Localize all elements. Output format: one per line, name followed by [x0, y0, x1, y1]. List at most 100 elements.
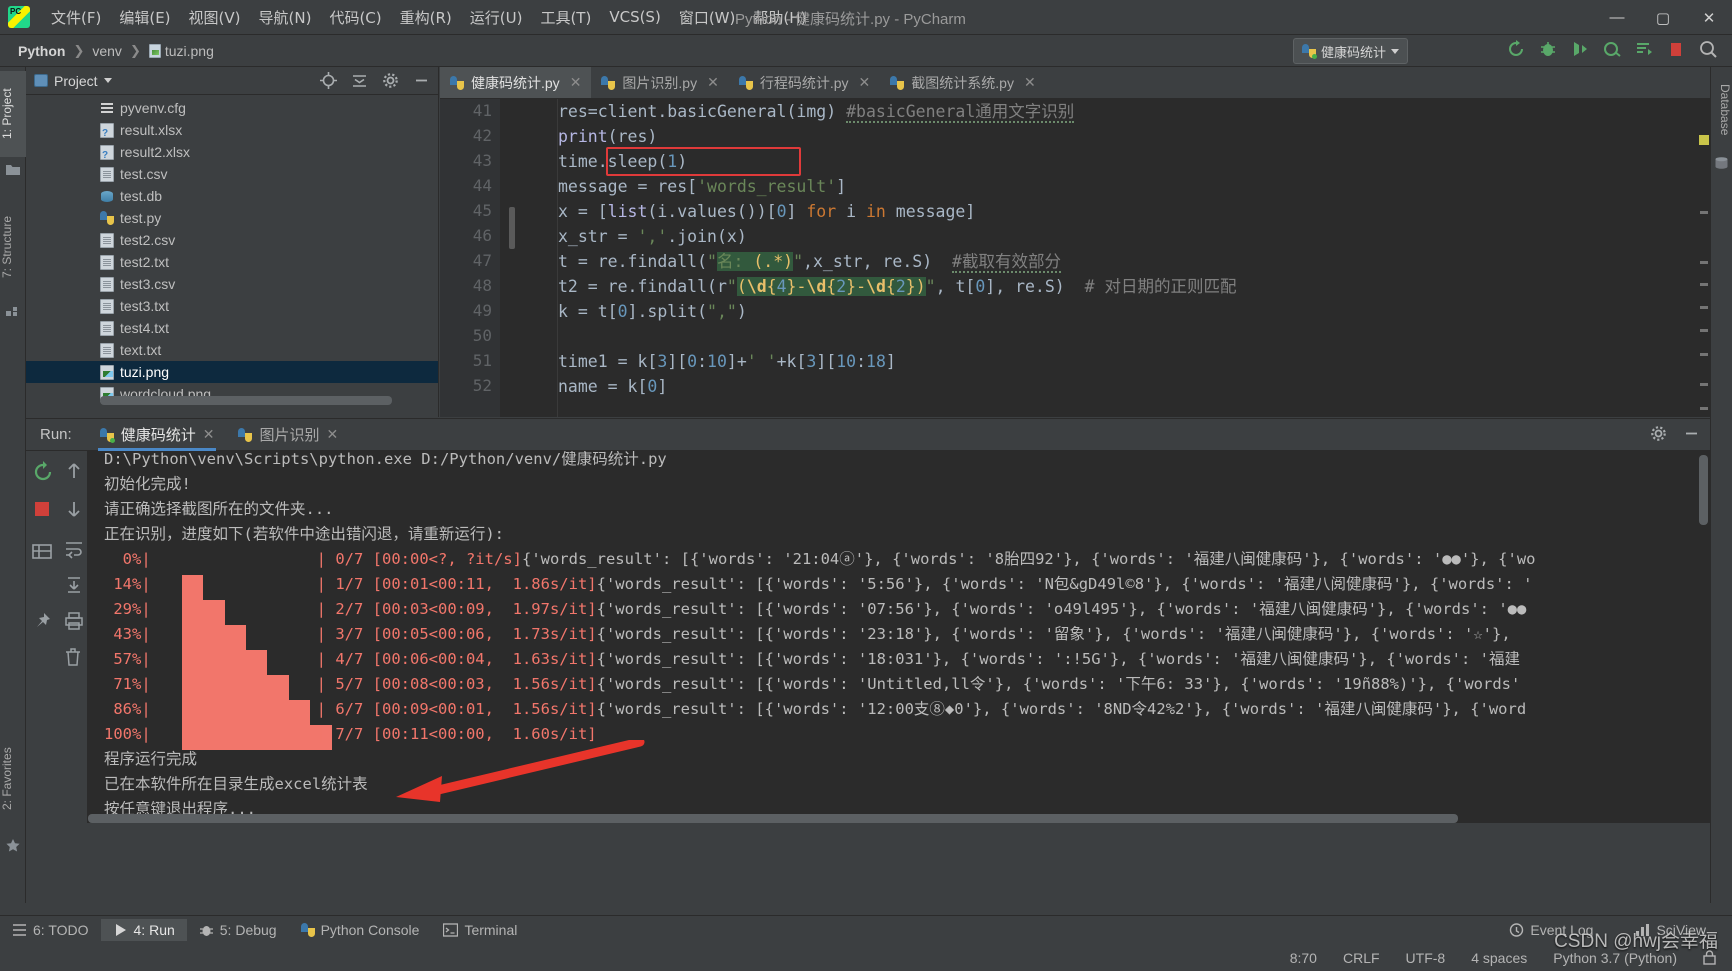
- menu-window[interactable]: 窗口(W): [670, 3, 745, 32]
- list-item[interactable]: text.txt: [26, 339, 438, 361]
- inspection-warning-indicator[interactable]: [1699, 135, 1709, 145]
- list-item[interactable]: test.py: [26, 207, 438, 229]
- list-item[interactable]: pyvenv.cfg: [26, 97, 438, 119]
- sidebar-item-structure[interactable]: 7: Structure: [0, 195, 26, 299]
- run-tab-jiankangmatongji[interactable]: 健康码统计 ✕: [88, 419, 227, 451]
- run-action-sidebar: [26, 451, 88, 823]
- soft-wrap-icon[interactable]: [64, 539, 90, 565]
- list-item[interactable]: test.csv: [26, 163, 438, 185]
- sidebar-item-project[interactable]: 1: Project: [0, 71, 26, 157]
- caret-position[interactable]: 8:70: [1290, 950, 1317, 966]
- code-line-49: k = t[0].split(","): [558, 302, 747, 321]
- list-item[interactable]: test.db: [26, 185, 438, 207]
- trash-icon[interactable]: [64, 647, 90, 673]
- settings-gear-icon[interactable]: [1650, 425, 1667, 442]
- list-item-selected[interactable]: tuzi.png: [26, 361, 438, 383]
- menu-run[interactable]: 运行(U): [461, 3, 532, 32]
- menu-navigate[interactable]: 导航(N): [250, 3, 321, 32]
- stop-icon[interactable]: [1666, 39, 1686, 59]
- file-encoding[interactable]: UTF-8: [1406, 950, 1446, 966]
- list-item[interactable]: result.xlsx: [26, 119, 438, 141]
- scroll-down-icon[interactable]: [64, 499, 90, 525]
- list-item[interactable]: result2.xlsx: [26, 141, 438, 163]
- python-file-icon: [738, 75, 753, 90]
- collapse-all-icon[interactable]: [351, 72, 368, 89]
- close-icon[interactable]: ✕: [707, 74, 719, 91]
- close-icon[interactable]: ✕: [570, 74, 582, 91]
- file-name: result2.xlsx: [120, 144, 191, 160]
- debug-icon[interactable]: [1538, 39, 1558, 59]
- hide-panel-icon[interactable]: [1683, 425, 1700, 442]
- menu-code[interactable]: 代码(C): [320, 3, 390, 32]
- run-dashboard-icon[interactable]: [1634, 39, 1654, 59]
- line-number: 45: [472, 201, 492, 220]
- bottom-item-python-console[interactable]: Python Console: [289, 919, 432, 941]
- pin-icon[interactable]: [32, 611, 58, 637]
- sidebar-item-favorites[interactable]: 2: Favorites: [0, 727, 26, 831]
- list-item[interactable]: test4.txt: [26, 317, 438, 339]
- menu-edit[interactable]: 编辑(E): [110, 3, 179, 32]
- scroll-to-end-icon[interactable]: [64, 575, 90, 601]
- progress-stats: | 3/7 [00:05<00:06, 1.73s/it]: [316, 625, 597, 643]
- project-window-icon: [34, 74, 48, 87]
- list-item[interactable]: test3.csv: [26, 273, 438, 295]
- code-editor[interactable]: 41 42 43 44 45 46 47 48 49 50 51 52 res=…: [440, 99, 1710, 417]
- print-icon[interactable]: [64, 611, 90, 637]
- hide-panel-icon[interactable]: [413, 72, 430, 89]
- menu-tools[interactable]: 工具(T): [531, 3, 600, 32]
- tab-jiankangmatongji[interactable]: 健康码统计.py ✕: [440, 67, 592, 98]
- profile-icon[interactable]: [1602, 39, 1622, 59]
- run-configuration-selector[interactable]: 健康码统计: [1292, 38, 1408, 64]
- minimize-button[interactable]: —: [1594, 0, 1640, 35]
- bottom-item-debug[interactable]: 5: Debug: [187, 919, 289, 941]
- indent-setting[interactable]: 4 spaces: [1471, 950, 1527, 966]
- sidebar-item-database[interactable]: Database: [1710, 71, 1732, 149]
- breadcrumb-item-project[interactable]: Python: [14, 42, 69, 60]
- console-output[interactable]: D:\Python\venv\Scripts\python.exe D:/Pyt…: [88, 451, 1710, 823]
- stop-icon[interactable]: [32, 499, 58, 525]
- bottom-item-todo[interactable]: 6: TODO: [0, 919, 101, 941]
- window-controls: — ▢ ✕: [1594, 0, 1732, 35]
- search-everywhere-icon[interactable]: [1698, 39, 1718, 59]
- breadcrumb-item-venv[interactable]: venv: [88, 42, 126, 60]
- editor-vertical-scrollbar[interactable]: [1698, 131, 1710, 417]
- tab-tupianshibie[interactable]: 图片识别.py ✕: [591, 67, 728, 98]
- close-icon[interactable]: ✕: [859, 74, 871, 91]
- list-item[interactable]: test3.txt: [26, 295, 438, 317]
- run-toolbar: [1506, 39, 1718, 59]
- line-separator[interactable]: CRLF: [1343, 950, 1380, 966]
- rerun-icon[interactable]: [32, 461, 58, 487]
- breadcrumb-item-file[interactable]: tuzi.png: [145, 42, 218, 60]
- menu-file[interactable]: 文件(F): [42, 3, 110, 32]
- menu-vcs[interactable]: VCS(S): [600, 4, 669, 30]
- locate-icon[interactable]: [320, 72, 337, 89]
- run-tab-tupianshibie[interactable]: 图片识别 ✕: [226, 419, 350, 451]
- run-with-coverage-icon[interactable]: [1570, 39, 1590, 59]
- close-icon[interactable]: ✕: [203, 426, 215, 443]
- project-horizontal-scrollbar[interactable]: [100, 396, 392, 405]
- bottom-item-terminal[interactable]: Terminal: [431, 919, 529, 941]
- list-item[interactable]: test2.txt: [26, 251, 438, 273]
- close-icon[interactable]: ✕: [326, 426, 338, 443]
- console-vertical-scrollbar[interactable]: [1699, 455, 1708, 525]
- tab-xingchengmatongji[interactable]: 行程码统计.py ✕: [729, 67, 880, 98]
- list-item[interactable]: test2.csv: [26, 229, 438, 251]
- code-folding-strip[interactable]: [500, 99, 558, 417]
- progress-stats: | 7/7 [00:11<00:00, 1.60s/it]: [316, 725, 597, 743]
- file-name: test4.txt: [120, 320, 170, 336]
- print-layout-icon[interactable]: [32, 543, 58, 569]
- close-button[interactable]: ✕: [1686, 0, 1732, 35]
- chevron-down-icon[interactable]: [103, 78, 112, 83]
- tab-jietutongjixitong[interactable]: 截图统计系统.py ✕: [880, 67, 1045, 98]
- console-line: 正在识别，进度如下(若软件中途出错闪退，请重新运行):: [104, 525, 504, 543]
- menu-view[interactable]: 视图(V): [180, 3, 250, 32]
- settings-gear-icon[interactable]: [382, 72, 399, 89]
- console-horizontal-scrollbar[interactable]: [88, 814, 1458, 823]
- close-icon[interactable]: ✕: [1024, 74, 1036, 91]
- menu-refactor[interactable]: 重构(R): [391, 3, 461, 32]
- maximize-button[interactable]: ▢: [1640, 0, 1686, 35]
- bottom-item-run[interactable]: 4: Run: [100, 919, 187, 941]
- rerun-icon[interactable]: [1506, 39, 1526, 59]
- project-file-tree[interactable]: pyvenv.cfg result.xlsx result2.xlsx test…: [26, 95, 438, 405]
- scroll-up-icon[interactable]: [64, 461, 90, 487]
